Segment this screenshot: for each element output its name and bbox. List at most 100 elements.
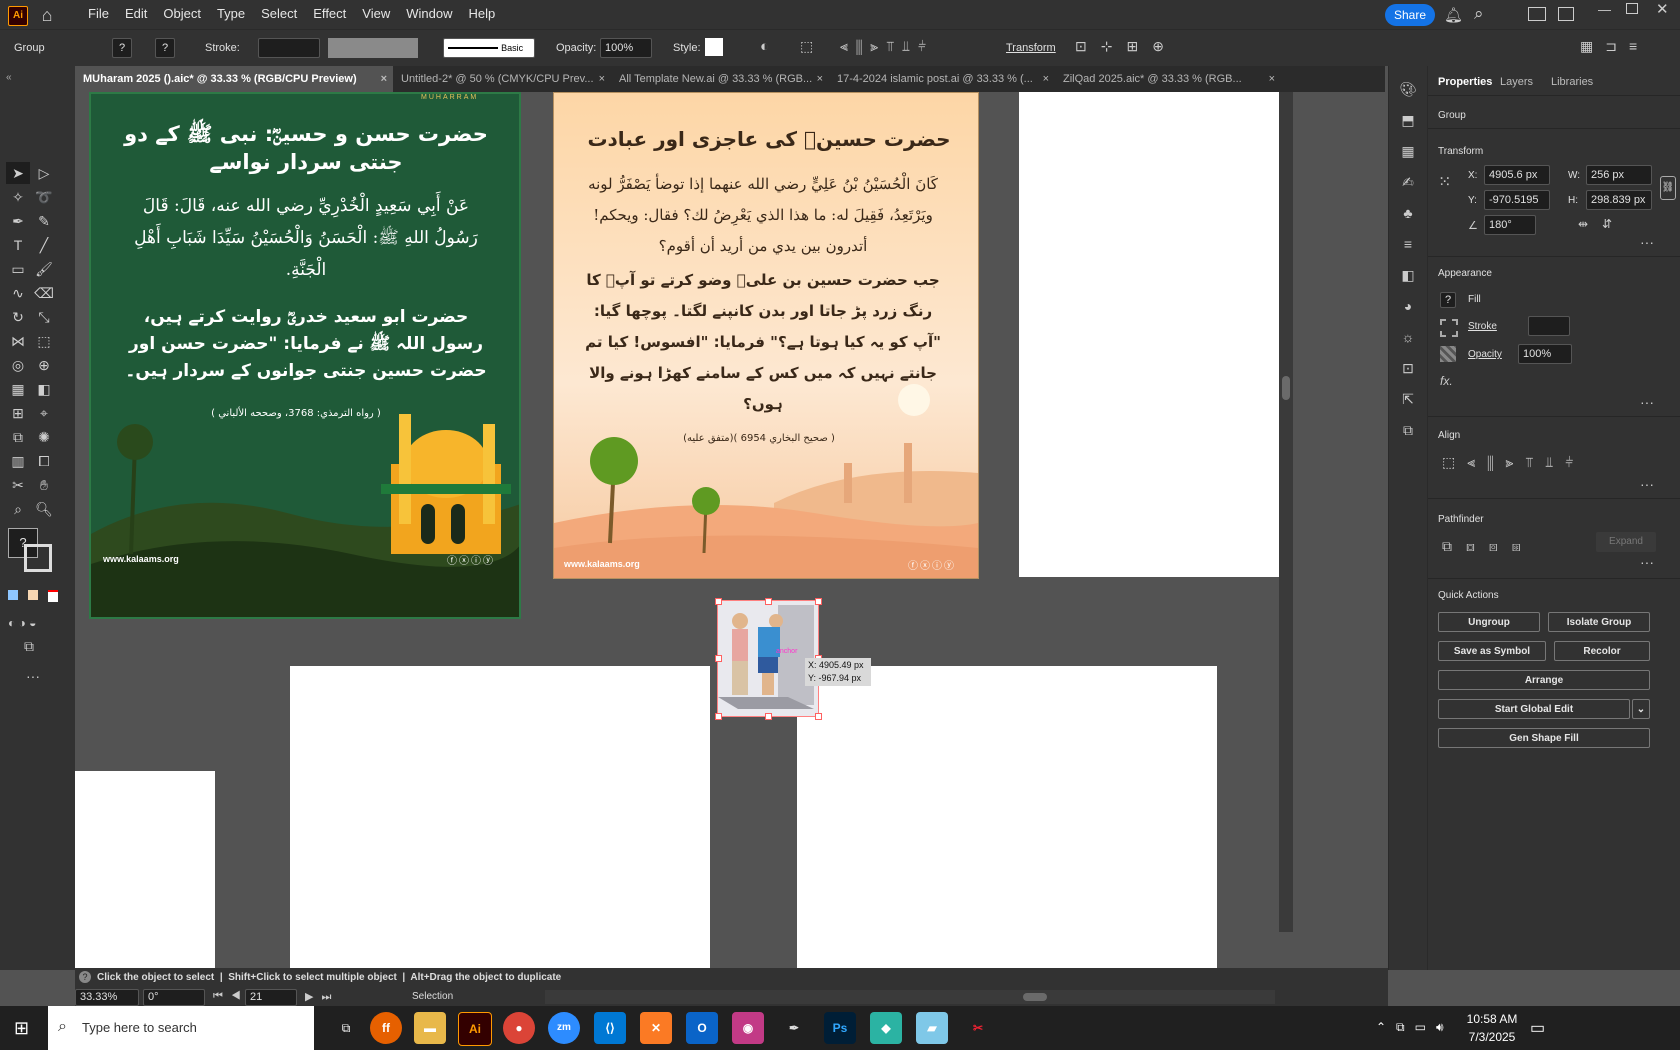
notifications-icon[interactable]: ▭ [1530, 1018, 1545, 1038]
gradient-tool-icon[interactable]: ◧ [32, 378, 56, 400]
taskbar-search[interactable]: ⌕ Type here to search [48, 1006, 314, 1050]
resize-handle[interactable] [765, 713, 772, 720]
w-input[interactable]: 256 px [1586, 165, 1652, 185]
bell-icon[interactable]: 🔔︎ [1444, 6, 1463, 24]
paintbrush-tool-icon[interactable]: 🖌︎ [32, 258, 56, 280]
x-input[interactable]: 4905.6 px [1484, 165, 1550, 185]
eraser-tool-icon[interactable]: ⌫ [32, 282, 56, 304]
graphic-style-swatch[interactable] [705, 38, 723, 56]
artboard-empty[interactable] [75, 771, 215, 968]
direct-selection-tool-icon[interactable]: ▷ [32, 162, 56, 184]
transparency-icon[interactable]: ◕ [1389, 291, 1427, 322]
global-edit-options-chevron-icon[interactable]: ⌄ [1632, 699, 1650, 719]
h-input[interactable]: 298.839 px [1586, 190, 1652, 210]
search-icon[interactable]: ⌕ [1474, 4, 1484, 24]
close-window-icon[interactable]: ✕ [1656, 0, 1669, 18]
pen-tool-icon[interactable]: ✒ [6, 210, 30, 232]
align-buttons[interactable]: ⬚⫷⫼⫸⫪⫫⫩ [1442, 454, 1585, 471]
panel-toggle-icons[interactable]: ▦⊐≡ [1580, 38, 1649, 55]
close-tab-icon[interactable]: × [1043, 66, 1049, 92]
swatches-icon[interactable]: ▦ [1389, 136, 1427, 167]
gradient-panel-icon[interactable]: ◧ [1389, 260, 1427, 291]
tab-muharam[interactable]: MUharam 2025 ().aic* @ 33.33 % (RGB/CPU … [75, 66, 393, 92]
expand-button[interactable]: Expand [1596, 532, 1656, 552]
resize-handle[interactable] [715, 598, 722, 605]
stroke-color-box[interactable] [24, 544, 52, 572]
tab-libraries[interactable]: Libraries [1551, 76, 1593, 88]
app-tool-icon[interactable]: ✂ [962, 1012, 994, 1044]
home-icon[interactable]: ⌂ [36, 4, 58, 26]
menu-effect[interactable]: Effect [305, 0, 354, 29]
scroll-thumb[interactable] [1023, 993, 1047, 1001]
color-mode-icon[interactable] [8, 590, 18, 600]
stroke-swatch[interactable]: ? [155, 38, 175, 58]
brush-definition[interactable]: Basic [443, 38, 535, 58]
gen-shape-fill-button[interactable]: Gen Shape Fill [1438, 728, 1650, 748]
menu-view[interactable]: View [354, 0, 398, 29]
live-paint-tool-icon[interactable]: ⊕ [32, 354, 56, 376]
more-options-icon[interactable]: ··· [1640, 554, 1654, 570]
file-explorer-icon[interactable]: ▬ [414, 1012, 446, 1044]
menu-file[interactable]: File [80, 0, 117, 29]
task-view-icon[interactable]: ⧉ [330, 1012, 362, 1044]
color-panel-icon[interactable]: 🎨︎ [1389, 74, 1427, 105]
slice-tool-icon[interactable]: ✂ [6, 474, 30, 496]
chrome-icon[interactable]: ● [503, 1012, 535, 1044]
artboard-empty[interactable] [1019, 92, 1279, 577]
outlook-icon[interactable]: O [686, 1012, 718, 1044]
tab-layers[interactable]: Layers [1500, 76, 1533, 88]
artwork-green-poster[interactable]: MUHARRAM حضرت حسن و حسینؓ: نبی ﷺ کے دو ج… [89, 92, 521, 619]
tab-zilqad[interactable]: ZilQad 2025.aic* @ 33.33 % (RGB... × [1055, 66, 1281, 92]
stroke-weight-input[interactable] [1528, 316, 1570, 336]
reference-point-icon[interactable]: ⁙ [1438, 172, 1458, 192]
arrange-documents-icon[interactable] [1528, 7, 1546, 21]
artwork-peach-poster[interactable]: حضرت حسینؓ کی عاجزی اور عبادت كَانَ الْح… [553, 92, 979, 579]
xampp-icon[interactable]: ✕ [640, 1012, 672, 1044]
photoshop-icon[interactable]: Ps [824, 1012, 856, 1044]
selection-tool-icon[interactable]: ➤ [6, 162, 30, 184]
share-button[interactable]: Share [1385, 4, 1435, 26]
tab-all-template[interactable]: All Template New.ai @ 33.33 % (RGB... × [611, 66, 829, 92]
isolate-group-button[interactable]: Isolate Group [1548, 612, 1650, 632]
artboards-icon[interactable]: ⧉ [1389, 415, 1427, 446]
shaper-tool-icon[interactable]: ∿ [6, 282, 30, 304]
minimize-icon[interactable]: — [1598, 2, 1611, 17]
resize-handle[interactable] [815, 713, 822, 720]
windows-start-icon[interactable]: ⊞ [14, 1018, 29, 1039]
workspace-icon[interactable] [1558, 7, 1574, 21]
document-info-icon[interactable]: ⬒ [1389, 105, 1427, 136]
restore-icon[interactable] [1626, 3, 1638, 14]
close-tab-icon[interactable]: × [1269, 66, 1275, 92]
gradient-mode-icon[interactable] [28, 590, 38, 600]
stroke-swatch[interactable] [1440, 319, 1458, 337]
tab-properties[interactable]: Properties [1438, 76, 1492, 88]
clock[interactable]: 10:58 AM 7/3/2025 [1462, 1012, 1522, 1044]
blend-tool-icon[interactable]: ⧉ [6, 426, 30, 448]
export-icon[interactable]: ⇱ [1389, 384, 1427, 415]
arrange-button[interactable]: Arrange [1438, 670, 1650, 690]
status-mode[interactable]: Selection [412, 991, 453, 1002]
stroke-panel-icon[interactable]: ≡ [1389, 229, 1427, 260]
artboard-nav-prev[interactable]: ⏮◀ [213, 990, 249, 1003]
opacity-input[interactable]: 100% [600, 38, 652, 58]
save-as-symbol-button[interactable]: Save as Symbol [1438, 641, 1546, 661]
zoom-app-icon[interactable]: zm [548, 1012, 580, 1044]
creative-cloud-icon[interactable]: ◉ [732, 1012, 764, 1044]
vertical-scrollbar[interactable] [1279, 92, 1293, 932]
rotate-tool-icon[interactable]: ↻ [6, 306, 30, 328]
more-options-icon[interactable]: ··· [1640, 394, 1654, 410]
artboard-empty[interactable] [290, 666, 710, 968]
horizontal-scrollbar[interactable] [545, 990, 1275, 1004]
close-tab-icon[interactable]: × [599, 66, 605, 92]
hand-tool-icon[interactable]: ✋︎ [32, 474, 56, 496]
scale-tool-icon[interactable]: ⤡ [32, 306, 56, 328]
appearance-icon[interactable]: ☼ [1389, 322, 1427, 353]
stroke-weight-input[interactable] [258, 38, 320, 58]
more-tools-icon[interactable]: ··· [26, 668, 40, 684]
column-graph-tool-icon[interactable]: ▥ [6, 450, 30, 472]
pathfinder-buttons[interactable]: ⧉⧈⧇⧆ [1442, 538, 1535, 555]
width-tool-icon[interactable]: ⋈ [6, 330, 30, 352]
line-tool-icon[interactable]: ╱ [32, 234, 56, 256]
angle-input[interactable]: 180° [1484, 215, 1536, 235]
draw-mode-icon[interactable]: ◐ ◑ ◒ [8, 616, 36, 630]
